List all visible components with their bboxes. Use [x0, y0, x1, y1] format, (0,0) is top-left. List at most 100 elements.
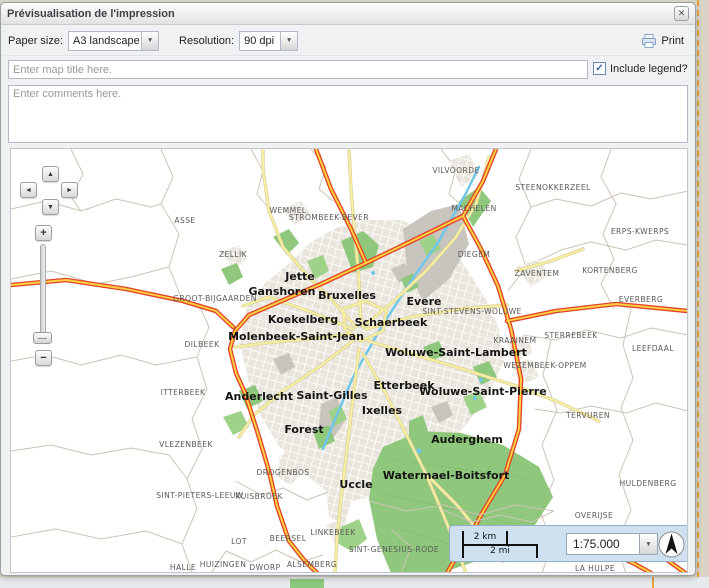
north-arrow-compass — [658, 531, 685, 558]
pan-up-button[interactable]: ▲ — [42, 166, 59, 182]
background-page — [0, 577, 709, 588]
zoom-out-button[interactable]: − — [35, 350, 52, 366]
chevron-down-icon: ▼ — [147, 37, 153, 44]
pan-right-button[interactable]: ► — [61, 182, 78, 198]
map-label: ERPS-KWERPS — [611, 227, 669, 236]
map-canvas[interactable]: VILVOORDESTEENOKKERZEELWEMMELSTROMBEEK-B… — [11, 149, 688, 573]
map-label: HULDENBERG — [620, 479, 677, 488]
comments-textarea[interactable] — [8, 85, 688, 143]
minus-icon: − — [40, 353, 46, 364]
scale-trigger[interactable]: ▼ — [639, 534, 657, 554]
scale-km-label: 2 km — [462, 531, 508, 544]
map-label: Molenbeek-Saint-Jean — [228, 330, 364, 343]
map-label: Koekelberg — [268, 313, 338, 326]
include-legend-label: Include legend? — [610, 63, 688, 75]
map-label: ASSE — [174, 216, 195, 225]
map-label: EVERBERG — [619, 295, 663, 304]
map-label: HUIZINGEN — [200, 560, 247, 569]
arrow-right-icon: ► — [66, 187, 73, 194]
map-label: SINT-PIETERS-LEEUW — [156, 491, 243, 500]
map-label: VLEZENBEEK — [159, 440, 213, 449]
pan-left-button[interactable]: ◄ — [20, 182, 37, 198]
map-label: Anderlecht — [225, 390, 293, 403]
map-label: Schaerbeek — [355, 316, 428, 329]
map-label: DIEGEM — [458, 250, 491, 259]
include-legend-control: ✓ Include legend? — [593, 62, 688, 75]
map-label: TERVUREN — [565, 411, 610, 420]
chevron-down-icon: ▼ — [286, 37, 292, 44]
zoom-slider-track[interactable] — [40, 244, 46, 334]
map-label: HALLE — [170, 563, 196, 572]
background-map-fragment — [290, 579, 324, 588]
map-label: Bruxelles — [318, 289, 376, 302]
map-label: DILBEEK — [185, 340, 221, 349]
map-label: ALSEMBERG — [287, 560, 337, 569]
map-label: MACHELEN — [451, 204, 496, 213]
map-label: Forest — [284, 423, 323, 436]
zoom-in-button[interactable]: + — [35, 225, 52, 241]
dialog-titlebar[interactable]: Prévisualisation de l'impression ✕ — [1, 3, 695, 25]
map-label: Evere — [406, 295, 441, 308]
map-label: STROMBEEK-BEVER — [289, 213, 369, 222]
plus-icon: + — [40, 228, 46, 239]
map-label: Uccle — [339, 478, 372, 491]
map-label: BEERSEL — [270, 534, 307, 543]
scale-panel: 2 km 2 mi 1:75.000 ▼ — [449, 525, 688, 562]
resolution-trigger[interactable]: ▼ — [280, 32, 297, 50]
map-label: LOT — [231, 537, 247, 546]
map-preview-panel: VILVOORDESTEENOKKERZEELWEMMELSTROMBEEK-B… — [10, 148, 688, 573]
map-label: Jette — [284, 270, 315, 283]
print-button-label: Print — [661, 35, 684, 47]
include-legend-checkbox[interactable]: ✓ — [593, 62, 606, 75]
map-label: SINT-STEVENS-WOLUWE — [422, 307, 521, 316]
map-label: KORTENBERG — [582, 266, 638, 275]
map-label: ZELLIK — [219, 250, 248, 259]
arrow-down-icon: ▼ — [47, 204, 54, 211]
map-label: Woluwe-Saint-Lambert — [385, 346, 527, 359]
map-label: Ixelles — [362, 404, 403, 417]
map-label: ITTERBEEK — [161, 388, 206, 397]
map-label: LEEFDAAL — [632, 344, 674, 353]
map-label: Watermael-Boitsfort — [383, 469, 510, 482]
map-label: Auderghem — [431, 433, 503, 446]
chevron-down-icon: ▼ — [645, 541, 651, 548]
paper-size-label: Paper size: — [8, 35, 63, 47]
background-page — [697, 0, 709, 588]
paper-size-trigger[interactable]: ▼ — [141, 32, 158, 50]
map-label: DWORP — [249, 563, 280, 572]
map-label: DROGENBOS — [257, 468, 310, 477]
map-label: LA HULPE — [575, 564, 615, 573]
scale-mi-label: 2 mi — [462, 546, 538, 558]
map-label: ZAVENTEM — [515, 269, 560, 278]
background-map-fragment — [652, 577, 654, 588]
map-label: Ganshoren — [249, 285, 316, 298]
close-button[interactable]: ✕ — [674, 6, 689, 21]
close-icon: ✕ — [678, 9, 686, 18]
map-label: WEZEMBEEK-OPPEM — [503, 361, 586, 370]
map-label: VILVOORDE — [432, 166, 479, 175]
map-label: GROOT-BIJGAARDEN — [173, 294, 257, 303]
paper-size-select[interactable]: A3 landscape ▼ — [68, 31, 159, 51]
print-button[interactable]: Print — [637, 31, 688, 51]
scale-line: 2 km 2 mi — [462, 531, 552, 557]
paper-size-value: A3 landscape — [69, 32, 141, 50]
resolution-label: Resolution: — [179, 35, 234, 47]
pan-down-button[interactable]: ▼ — [42, 199, 59, 215]
check-icon: ✓ — [595, 64, 603, 74]
scale-value: 1:75.000 — [567, 534, 639, 554]
map-label: OVERIJSE — [575, 511, 613, 520]
dialog-title: Prévisualisation de l'impression — [7, 8, 175, 20]
scale-select[interactable]: 1:75.000 ▼ — [566, 533, 658, 555]
print-toolbar: Paper size: A3 landscape ▼ Resolution: 9… — [1, 26, 695, 56]
map-label: Saint-Gilles — [296, 389, 368, 402]
print-preview-dialog: Prévisualisation de l'impression ✕ Paper… — [0, 2, 696, 576]
arrow-left-icon: ◄ — [25, 187, 32, 194]
resolution-select[interactable]: 90 dpi ▼ — [239, 31, 298, 51]
map-label: LINKEBEEK — [310, 528, 356, 537]
zoom-slider-handle[interactable] — [33, 332, 52, 344]
map-title-input[interactable] — [8, 60, 588, 79]
printer-icon — [641, 33, 657, 49]
resolution-value: 90 dpi — [240, 32, 280, 50]
arrow-up-icon: ▲ — [47, 171, 54, 178]
map-label: SINT-GENESIUS-RODE — [349, 545, 439, 554]
